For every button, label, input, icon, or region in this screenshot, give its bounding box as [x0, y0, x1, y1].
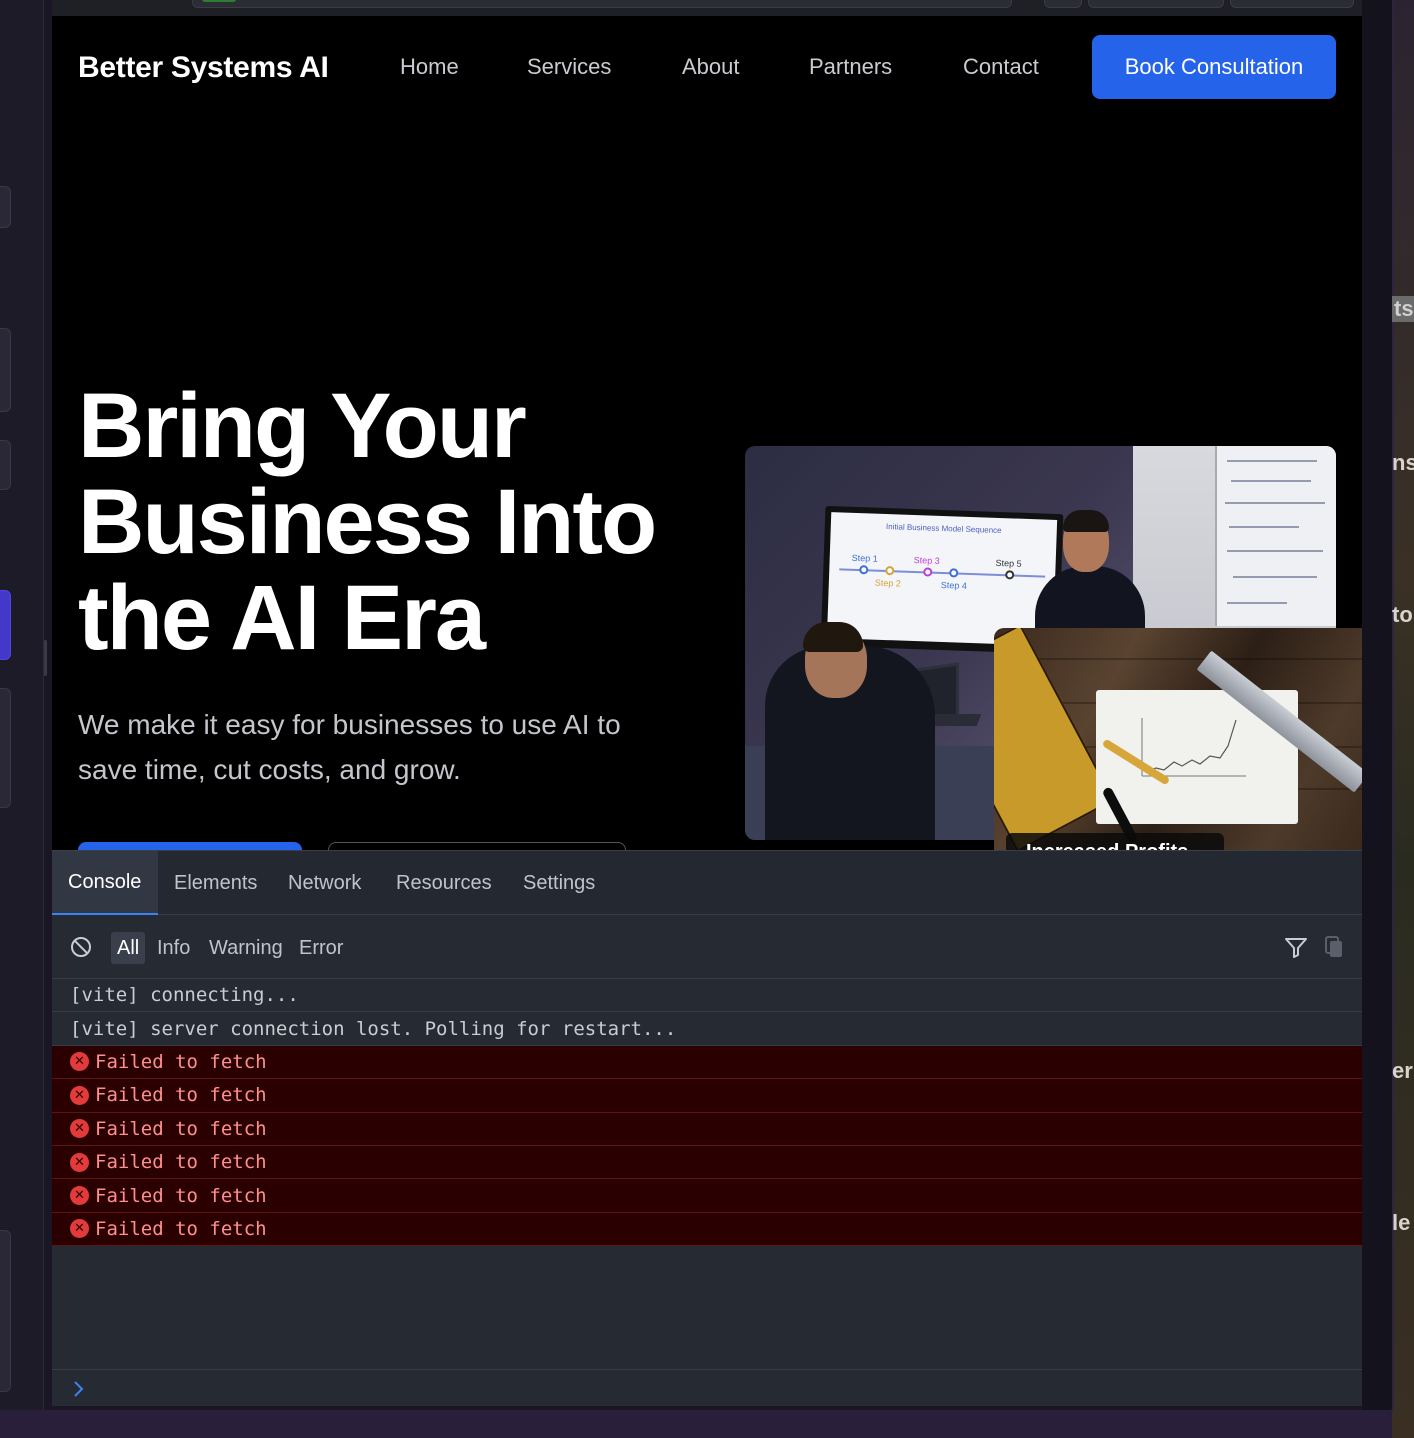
console-error-row: ✕ Failed to fetch — [52, 1145, 1362, 1180]
filter-info[interactable]: Info — [151, 932, 196, 964]
error-icon: ✕ — [70, 1186, 89, 1206]
clear-console-icon[interactable] — [70, 936, 92, 958]
toolbar-button[interactable] — [1088, 0, 1224, 8]
photo-screen-step: Step 5 — [995, 557, 1022, 569]
log-text: Failed to fetch — [95, 1117, 267, 1140]
nav-link-contact[interactable]: Contact — [963, 54, 1039, 80]
devtools-tabbar: Console Elements Network Resources Setti… — [52, 851, 1362, 915]
nav-link-partners[interactable]: Partners — [809, 54, 892, 80]
secure-badge — [202, 0, 236, 2]
console-log-row: [vite] server connection lost. Polling f… — [52, 1012, 1362, 1046]
tab-settings[interactable]: Settings — [507, 851, 611, 915]
rail-item[interactable] — [0, 1230, 11, 1392]
background-text-fragment: ts — [1392, 296, 1414, 322]
console-error-row: ✕ Failed to fetch — [52, 1179, 1362, 1213]
photo-screen-title: Initial Business Model Sequence — [885, 522, 1002, 536]
copy-icon[interactable] — [1324, 935, 1344, 959]
hero-title: Bring Your Business Into the AI Era — [78, 375, 657, 669]
background-text-fragment: to — [1392, 602, 1413, 627]
console-input[interactable] — [52, 1369, 1362, 1407]
browser-toolbar — [52, 0, 1362, 16]
log-text: [vite] server connection lost. Polling f… — [70, 1017, 677, 1040]
desktop-bottom — [0, 1410, 1392, 1438]
log-text: Failed to fetch — [95, 1217, 267, 1240]
tab-network[interactable]: Network — [272, 851, 377, 915]
console-log-row: [vite] connecting... — [52, 979, 1362, 1013]
console-error-row: ✕ Failed to fetch — [52, 1212, 1362, 1247]
filter-error[interactable]: Error — [293, 932, 349, 964]
tab-resources[interactable]: Resources — [380, 851, 508, 915]
left-sidebar-rail — [0, 0, 44, 1410]
console-error-row: ✕ Failed to fetch — [52, 1079, 1362, 1113]
photo-screen-step: Step 2 — [874, 577, 902, 589]
error-icon: ✕ — [70, 1152, 89, 1172]
filter-all[interactable]: All — [111, 932, 146, 964]
site-navbar: Better Systems AI Home Services About Pa… — [52, 16, 1362, 120]
photo-caption: Increased Profits — [1006, 833, 1224, 850]
nav-link-services[interactable]: Services — [527, 54, 611, 80]
filter-warning[interactable]: Warning — [203, 932, 289, 964]
console-error-row: ✕ Failed to fetch — [52, 1112, 1362, 1146]
filter-funnel-icon[interactable] — [1284, 936, 1308, 958]
hero-subtitle: We make it easy for businesses to use AI… — [78, 709, 621, 785]
toolbar-button[interactable] — [1044, 0, 1082, 8]
profit-chart-photo: Increased Profits — [994, 628, 1362, 850]
log-text: Failed to fetch — [95, 1050, 267, 1073]
nav-link-home[interactable]: Home — [400, 54, 459, 80]
photo-screen-step: Step 1 — [851, 552, 878, 564]
photo-screen-step: Step 3 — [913, 555, 940, 566]
log-text: Failed to fetch — [95, 1084, 267, 1107]
rail-item[interactable] — [0, 688, 11, 808]
site-logo[interactable]: Better Systems AI — [78, 51, 329, 85]
photo-whiteboard — [1215, 446, 1336, 626]
rail-item-active[interactable] — [0, 590, 11, 660]
log-text: Failed to fetch — [95, 1184, 267, 1207]
nav-link-about[interactable]: About — [682, 54, 740, 80]
console-prompt-icon — [74, 1381, 84, 1397]
log-text: Failed to fetch — [95, 1151, 267, 1174]
toolbar-button[interactable] — [1230, 0, 1354, 8]
tab-console[interactable]: Console — [52, 851, 158, 915]
background-text-fragment: er — [1392, 1058, 1413, 1083]
background-text-fragment: le — [1392, 1210, 1411, 1235]
console-filterbar: All Info Warning Error — [52, 915, 1362, 979]
error-icon: ✕ — [70, 1219, 89, 1239]
address-bar[interactable] — [192, 0, 1012, 8]
console-log-list: [vite] connecting... [vite] server conne… — [52, 979, 1362, 1247]
rail-item[interactable] — [0, 186, 11, 228]
log-text: [vite] connecting... — [70, 984, 299, 1007]
error-icon: ✕ — [70, 1052, 89, 1072]
devtools-panel: Console Elements Network Resources Setti… — [52, 850, 1362, 1406]
photo-screen-step: Step 4 — [940, 579, 968, 591]
console-error-row: ✕ Failed to fetch — [52, 1045, 1362, 1080]
resize-handle[interactable] — [44, 640, 47, 676]
book-consultation-button[interactable]: Book Consultation — [1092, 35, 1336, 99]
rail-item[interactable] — [0, 328, 11, 412]
tab-elements[interactable]: Elements — [158, 851, 273, 915]
window-edge — [1362, 0, 1394, 1418]
error-icon: ✕ — [70, 1119, 89, 1139]
rail-item[interactable] — [0, 440, 11, 490]
error-icon: ✕ — [70, 1085, 89, 1105]
background-text-fragment: ns — [1392, 450, 1414, 475]
